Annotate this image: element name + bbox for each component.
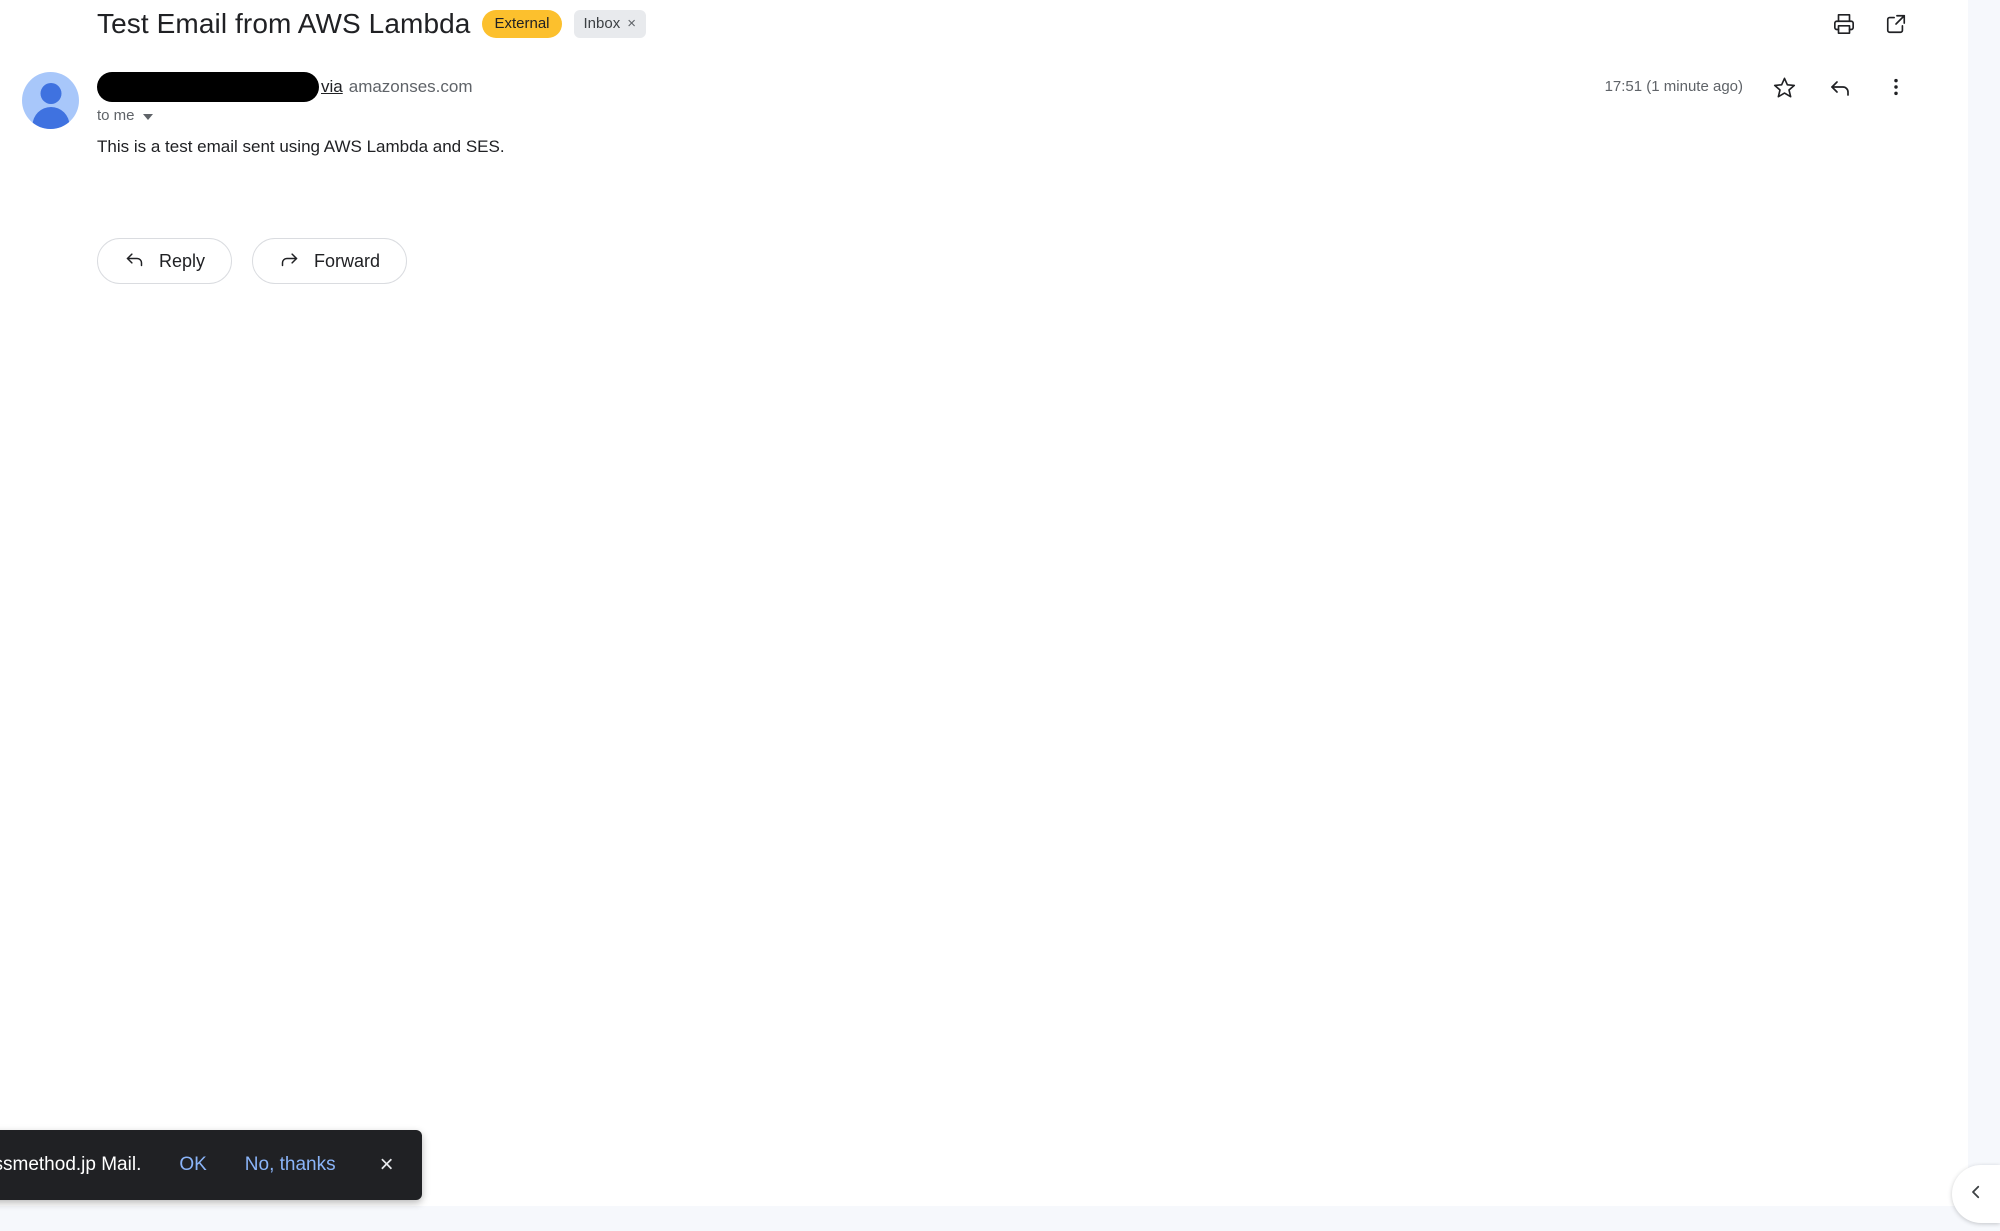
- via-domain: amazonses.com: [348, 77, 473, 96]
- header-actions: [1829, 9, 1911, 39]
- sender-name-redacted: [97, 72, 319, 102]
- chevron-left-icon: [1967, 1183, 1985, 1206]
- sender-row: via amazonses.com to me 17:51 (1 minute …: [0, 58, 1968, 129]
- via-link[interactable]: via: [321, 76, 343, 98]
- reply-button-label: Reply: [159, 250, 206, 271]
- recipient-label: to me: [97, 107, 135, 124]
- label-chip-inbox[interactable]: Inbox ×: [573, 10, 646, 38]
- avatar-body: [32, 107, 69, 129]
- snackbar-message: Classmethod.jp Mail.: [0, 1154, 142, 1175]
- snackbar-dismiss-button[interactable]: No, thanks: [245, 1154, 336, 1176]
- sender-line: via amazonses.com: [97, 72, 473, 102]
- right-edge-strip: [1968, 0, 2000, 1231]
- reply-icon[interactable]: [1825, 72, 1855, 102]
- reply-button[interactable]: Reply: [97, 238, 233, 284]
- forward-button[interactable]: Forward: [252, 238, 408, 284]
- more-vert-icon[interactable]: [1881, 72, 1911, 102]
- forward-button-label: Forward: [314, 250, 381, 271]
- page-title: Test Email from AWS Lambda: [97, 8, 471, 39]
- label-chip-text: Inbox: [583, 15, 621, 32]
- message-meta-actions: 17:51 (1 minute ago): [1605, 72, 1911, 102]
- message-body: This is a test email sent using AWS Lamb…: [97, 137, 505, 156]
- close-icon[interactable]: ×: [627, 16, 636, 31]
- status-badge-external: External: [482, 10, 562, 38]
- message-action-buttons: Reply Forward: [97, 238, 408, 284]
- email-header-row: Test Email from AWS Lambda External Inbo…: [0, 0, 1968, 48]
- reply-arrow-icon: [124, 248, 145, 274]
- print-icon[interactable]: [1829, 9, 1859, 39]
- recipient-expander[interactable]: to me: [97, 106, 153, 126]
- avatar: [22, 72, 79, 129]
- avatar-head: [40, 83, 61, 104]
- timestamp: 17:51 (1 minute ago): [1604, 78, 1743, 95]
- open-in-new-icon[interactable]: [1881, 9, 1911, 39]
- snackbar-ok-button[interactable]: OK: [179, 1154, 206, 1176]
- bottom-edge-band: [0, 1206, 1968, 1231]
- forward-arrow-icon: [279, 248, 300, 274]
- close-icon[interactable]: ×: [380, 1153, 394, 1177]
- star-icon[interactable]: [1769, 72, 1799, 102]
- snackbar-notification: Classmethod.jp Mail. OK No, thanks ×: [0, 1130, 422, 1200]
- chevron-down-icon[interactable]: [142, 114, 153, 120]
